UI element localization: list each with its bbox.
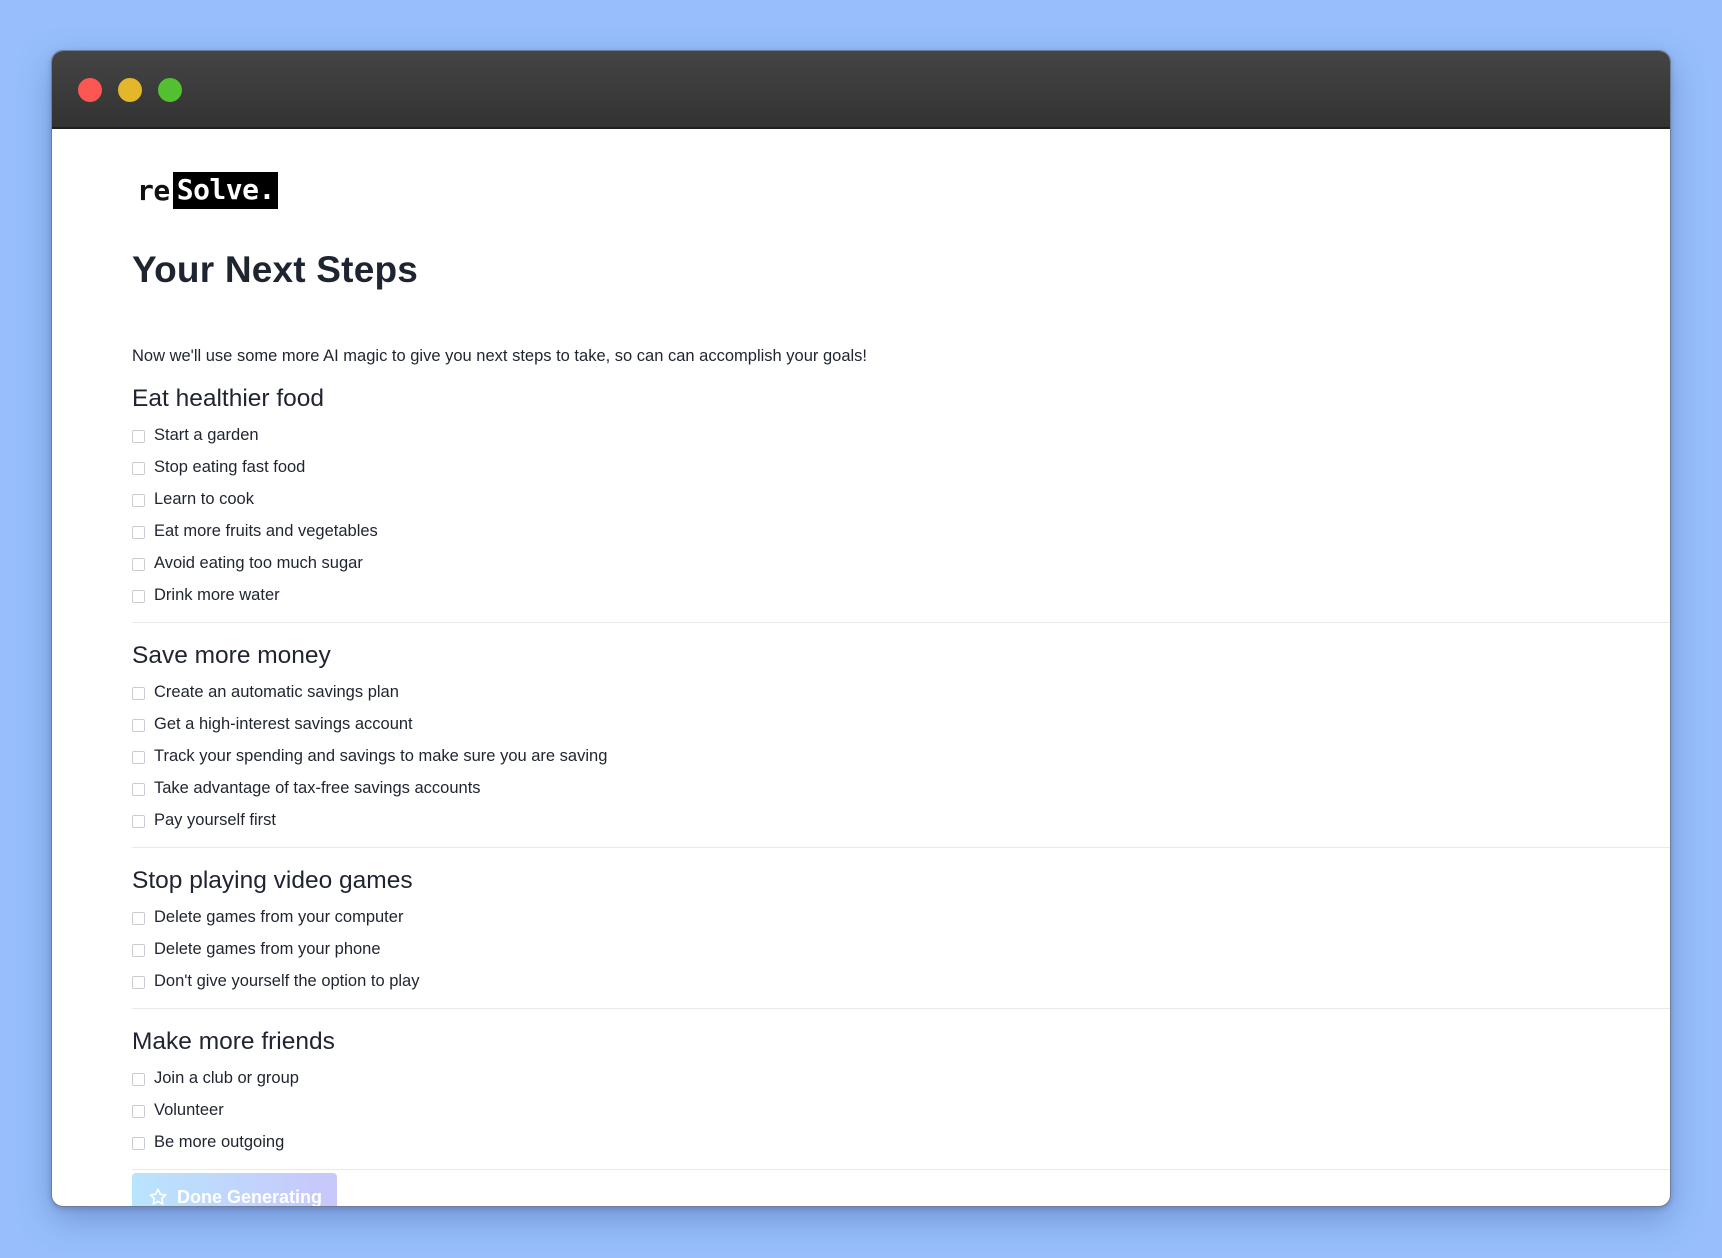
task-item[interactable]: Volunteer bbox=[132, 1094, 1670, 1126]
main-content: re Solve. Your Next Steps Now we'll use … bbox=[132, 129, 1670, 1206]
task-label: Track your spending and savings to make … bbox=[154, 746, 608, 765]
task-item[interactable]: Delete games from your computer bbox=[132, 901, 1670, 933]
task-label: Delete games from your computer bbox=[154, 907, 404, 926]
task-label: Volunteer bbox=[154, 1100, 224, 1119]
goal-section: Make more friends Join a club or group Vol… bbox=[132, 1026, 1670, 1170]
star-icon bbox=[149, 1188, 167, 1205]
task-checkbox[interactable] bbox=[132, 686, 145, 700]
task-label: Start a garden bbox=[154, 425, 259, 444]
task-checkbox[interactable] bbox=[132, 429, 145, 443]
app-window: re Solve. Your Next Steps Now we'll use … bbox=[51, 50, 1671, 1207]
task-label: Eat more fruits and vegetables bbox=[154, 521, 378, 540]
done-generating-button[interactable]: Done Generating bbox=[132, 1173, 337, 1207]
task-item[interactable]: Create an automatic savings plan bbox=[132, 676, 1670, 708]
task-checkbox[interactable] bbox=[132, 525, 145, 539]
task-checkbox[interactable] bbox=[132, 814, 145, 828]
task-item[interactable]: Drink more water bbox=[132, 579, 1670, 611]
task-item[interactable]: Don't give yourself the option to play bbox=[132, 965, 1670, 997]
task-label: Join a club or group bbox=[154, 1068, 299, 1087]
task-item[interactable]: Learn to cook bbox=[132, 483, 1670, 515]
task-label: Pay yourself first bbox=[154, 810, 276, 829]
logo: re Solve. bbox=[137, 172, 278, 209]
task-checkbox[interactable] bbox=[132, 911, 145, 925]
section-title: Make more friends bbox=[132, 1028, 335, 1055]
goal-section: Eat healthier food Start a garden Stop eat… bbox=[132, 383, 1670, 623]
task-label: Create an automatic savings plan bbox=[154, 682, 399, 701]
task-label: Delete games from your phone bbox=[154, 939, 381, 958]
task-label: Be more outgoing bbox=[154, 1132, 285, 1151]
task-checkbox[interactable] bbox=[132, 782, 145, 796]
task-item[interactable]: Start a garden bbox=[132, 419, 1670, 451]
task-item[interactable]: Be more outgoing bbox=[132, 1126, 1670, 1158]
task-checkbox[interactable] bbox=[132, 557, 145, 571]
task-checkbox[interactable] bbox=[132, 975, 145, 989]
section-title: Save more money bbox=[132, 642, 331, 669]
task-item[interactable]: Get a high-interest savings account bbox=[132, 708, 1670, 740]
task-item[interactable]: Stop eating fast food bbox=[132, 451, 1670, 483]
maximize-window-button[interactable] bbox=[158, 78, 182, 102]
logo-prefix: re bbox=[137, 174, 170, 207]
task-item[interactable]: Delete games from your phone bbox=[132, 933, 1670, 965]
section-title: Stop playing video games bbox=[132, 867, 413, 894]
task-checkbox[interactable] bbox=[132, 589, 145, 603]
minimize-window-button[interactable] bbox=[118, 78, 142, 102]
task-item[interactable]: Track your spending and savings to make … bbox=[132, 740, 1670, 772]
goal-section: Save more money Create an automatic savin… bbox=[132, 640, 1670, 848]
task-label: Stop eating fast food bbox=[154, 457, 306, 476]
task-item[interactable]: Avoid eating too much sugar bbox=[132, 547, 1670, 579]
task-label: Drink more water bbox=[154, 585, 280, 604]
goal-sections: Eat healthier food Start a garden Stop eat… bbox=[132, 383, 1670, 1187]
page-subtitle: Now we'll use some more AI magic to give… bbox=[132, 347, 867, 365]
task-item[interactable]: Eat more fruits and vegetables bbox=[132, 515, 1670, 547]
task-checkbox[interactable] bbox=[132, 1104, 145, 1118]
task-label: Avoid eating too much sugar bbox=[154, 553, 363, 572]
task-item[interactable]: Take advantage of tax-free savings accou… bbox=[132, 772, 1670, 804]
window-titlebar bbox=[52, 51, 1670, 129]
task-label: Don't give yourself the option to play bbox=[154, 971, 420, 990]
task-checkbox[interactable] bbox=[132, 750, 145, 764]
page-title: Your Next Steps bbox=[132, 249, 419, 290]
task-item[interactable]: Pay yourself first bbox=[132, 804, 1670, 836]
task-checkbox[interactable] bbox=[132, 1136, 145, 1150]
task-checkbox[interactable] bbox=[132, 1072, 145, 1086]
task-checkbox[interactable] bbox=[132, 718, 145, 732]
task-item[interactable]: Join a club or group bbox=[132, 1062, 1670, 1094]
task-label: Learn to cook bbox=[154, 489, 254, 508]
task-checkbox[interactable] bbox=[132, 493, 145, 507]
close-window-button[interactable] bbox=[78, 78, 102, 102]
task-label: Take advantage of tax-free savings accou… bbox=[154, 778, 481, 797]
section-title: Eat healthier food bbox=[132, 385, 325, 412]
done-generating-label: Done Generating bbox=[177, 1186, 323, 1207]
logo-highlight: Solve. bbox=[172, 172, 278, 209]
task-label: Get a high-interest savings account bbox=[154, 714, 413, 733]
task-checkbox[interactable] bbox=[132, 461, 145, 475]
goal-section: Stop playing video games Delete games fro… bbox=[132, 865, 1670, 1009]
task-checkbox[interactable] bbox=[132, 943, 145, 957]
